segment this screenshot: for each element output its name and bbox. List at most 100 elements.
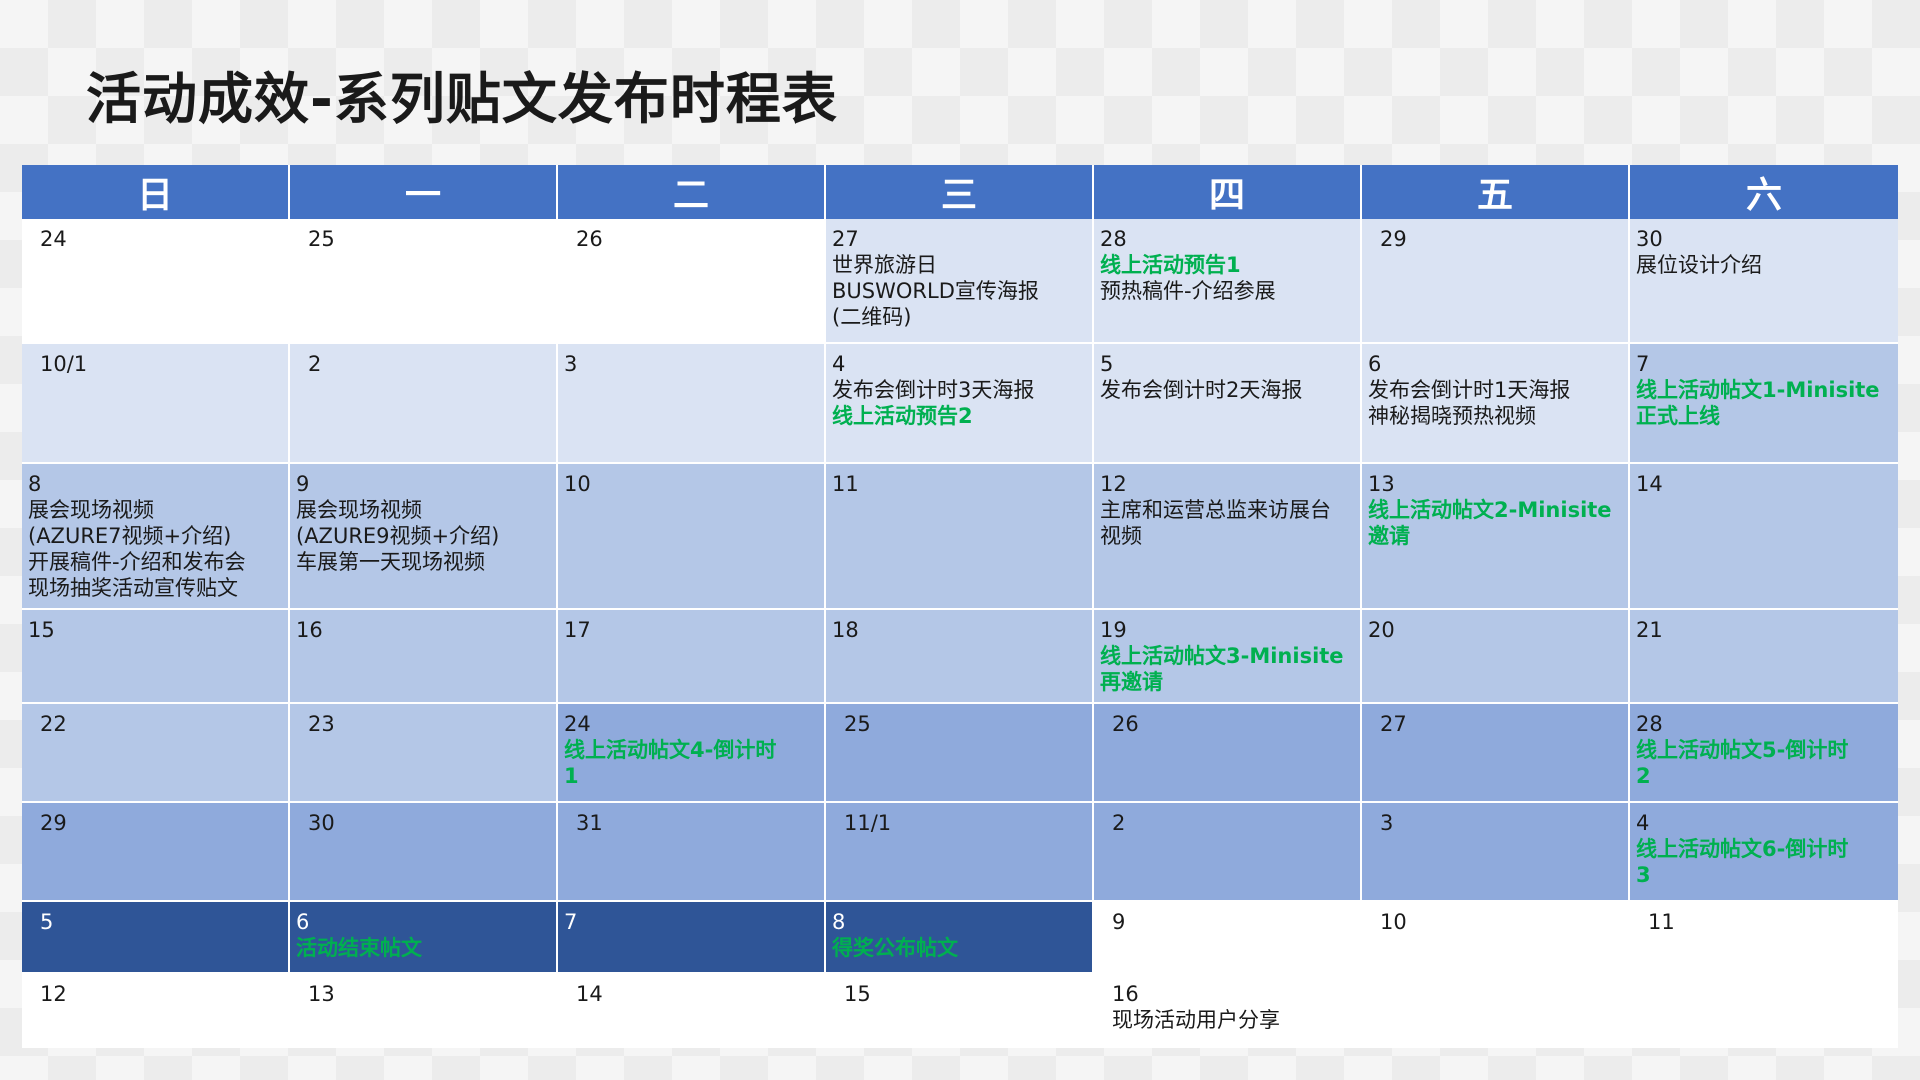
- calendar-day-cell: 9: [1094, 902, 1362, 974]
- calendar-day-cell: 6 活动结束帖文: [290, 902, 558, 974]
- day-number: 27: [1380, 712, 1407, 736]
- day-number: 9: [1112, 910, 1126, 934]
- calendar-day-cell: 8 得奖公布帖文: [826, 902, 1094, 974]
- calendar-day-cell: 26: [1094, 704, 1362, 803]
- highlighted-post-text: 线上活动帖文5-倒计时: [1636, 738, 1849, 762]
- day-number: 7: [1636, 352, 1650, 376]
- calendar-day-cell: 24: [22, 219, 290, 344]
- highlighted-post-text: 再邀请: [1100, 670, 1163, 694]
- calendar-day-cell: 10/1: [22, 344, 290, 464]
- post-text: (二维码): [832, 305, 912, 329]
- calendar-day-cell: 20: [1362, 610, 1630, 704]
- day-number: 14: [576, 982, 603, 1006]
- day-number: 8: [832, 910, 846, 934]
- post-text: 现场活动用户分享: [1112, 1008, 1280, 1032]
- highlighted-post-text: 邀请: [1368, 524, 1410, 548]
- calendar-day-cell: 27: [1362, 704, 1630, 803]
- day-number: 19: [1100, 618, 1127, 642]
- calendar-day-cell: 10: [1362, 902, 1630, 974]
- post-text: 发布会倒计时2天海报: [1100, 378, 1303, 402]
- post-text: 展会现场视频: [296, 498, 422, 522]
- day-number: 23: [308, 712, 335, 736]
- day-number: 28: [1636, 712, 1663, 736]
- calendar-day-cell: 25: [826, 704, 1094, 803]
- calendar-day-cell: 26: [558, 219, 826, 344]
- day-number: 16: [296, 618, 323, 642]
- calendar-day-cell: 17: [558, 610, 826, 704]
- post-text: 主席和运营总监来访展台: [1100, 498, 1331, 522]
- day-number: 28: [1100, 227, 1127, 251]
- weekday-header-wed: 三: [826, 165, 1094, 219]
- weekday-header-mon: 一: [290, 165, 558, 219]
- weekday-header-tue: 二: [558, 165, 826, 219]
- post-text: BUSWORLD宣传海报: [832, 279, 1039, 303]
- calendar-day-cell: 23: [290, 704, 558, 803]
- post-text: 视频: [1100, 524, 1142, 548]
- post-text: (AZURE7视频+介绍): [28, 524, 232, 548]
- calendar-day-cell: 25: [290, 219, 558, 344]
- calendar-day-cell: 11: [826, 464, 1094, 610]
- highlighted-post-text: 3: [1636, 863, 1651, 887]
- day-number: 10/1: [40, 352, 88, 376]
- day-number: 3: [564, 352, 578, 376]
- calendar-day-cell: 8 展会现场视频 (AZURE7视频+介绍) 开展稿件-介绍和发布会 现场抽奖活动宣传贴…: [22, 464, 290, 610]
- calendar-day-cell: 3: [1362, 803, 1630, 902]
- weekday-header-sat: 六: [1630, 165, 1898, 219]
- day-number: 8: [28, 472, 42, 496]
- calendar-day-cell: 3: [558, 344, 826, 464]
- day-number: 6: [1368, 352, 1382, 376]
- calendar-day-cell: 13: [290, 974, 558, 1048]
- day-number: 11: [1648, 910, 1675, 934]
- calendar-day-cell: 12: [22, 974, 290, 1048]
- day-number: 20: [1368, 618, 1395, 642]
- highlighted-post-text: 活动结束帖文: [296, 936, 422, 960]
- calendar-day-cell: 2: [1094, 803, 1362, 902]
- highlighted-post-text: 正式上线: [1636, 404, 1720, 428]
- day-number: 27: [832, 227, 859, 251]
- calendar-day-cell: 15: [22, 610, 290, 704]
- calendar-day-cell: 10: [558, 464, 826, 610]
- weekday-header-thu: 四: [1094, 165, 1362, 219]
- day-number: 13: [1368, 472, 1395, 496]
- calendar-day-cell: 13 线上活动帖文2-Minisite 邀请: [1362, 464, 1630, 610]
- day-number: 2: [1112, 811, 1126, 835]
- post-text: 发布会倒计时3天海报: [832, 378, 1035, 402]
- calendar-day-cell: 14: [558, 974, 826, 1048]
- calendar-day-cell: 16 现场活动用户分享: [1094, 974, 1362, 1048]
- calendar-day-cell: 29: [1362, 219, 1630, 344]
- day-number: 11: [832, 472, 859, 496]
- day-number: 15: [28, 618, 55, 642]
- day-number: 3: [1380, 811, 1394, 835]
- day-number: 15: [844, 982, 871, 1006]
- day-number: 29: [1380, 227, 1407, 251]
- highlighted-post-text: 1: [564, 764, 579, 788]
- post-text: 车展第一天现场视频: [296, 550, 485, 574]
- day-number: 9: [296, 472, 310, 496]
- calendar-day-cell: 4 发布会倒计时3天海报 线上活动预告2: [826, 344, 1094, 464]
- calendar-day-cell: 22: [22, 704, 290, 803]
- calendar-day-cell: 7: [558, 902, 826, 974]
- calendar-day-cell: 27 世界旅游日 BUSWORLD宣传海报 (二维码): [826, 219, 1094, 344]
- calendar-day-cell: 19 线上活动帖文3-Minisite 再邀请: [1094, 610, 1362, 704]
- highlighted-post-text: 线上活动预告1: [1100, 253, 1241, 277]
- calendar-day-cell: 5: [22, 902, 290, 974]
- day-number: 29: [40, 811, 67, 835]
- calendar-day-cell: 24 线上活动帖文4-倒计时 1: [558, 704, 826, 803]
- calendar-day-cell: 11: [1630, 902, 1898, 974]
- calendar-day-cell: 30: [290, 803, 558, 902]
- day-number: 10: [564, 472, 591, 496]
- calendar-day-cell: 9 展会现场视频 (AZURE9视频+介绍) 车展第一天现场视频: [290, 464, 558, 610]
- calendar-day-cell: 29: [22, 803, 290, 902]
- weekday-header-sun: 日: [22, 165, 290, 219]
- highlighted-post-text: 线上活动帖文6-倒计时: [1636, 837, 1849, 861]
- calendar-day-cell: 11/1: [826, 803, 1094, 902]
- day-number: 26: [1112, 712, 1139, 736]
- highlighted-post-text: 2: [1636, 764, 1651, 788]
- day-number: 31: [576, 811, 603, 835]
- calendar-day-cell: 2: [290, 344, 558, 464]
- post-text: 展位设计介绍: [1636, 253, 1762, 277]
- post-text: (AZURE9视频+介绍): [296, 524, 500, 548]
- post-text: 开展稿件-介绍和发布会: [28, 550, 246, 574]
- day-number: 24: [564, 712, 591, 736]
- calendar-day-cell: 28 线上活动预告1 预热稿件-介绍参展: [1094, 219, 1362, 344]
